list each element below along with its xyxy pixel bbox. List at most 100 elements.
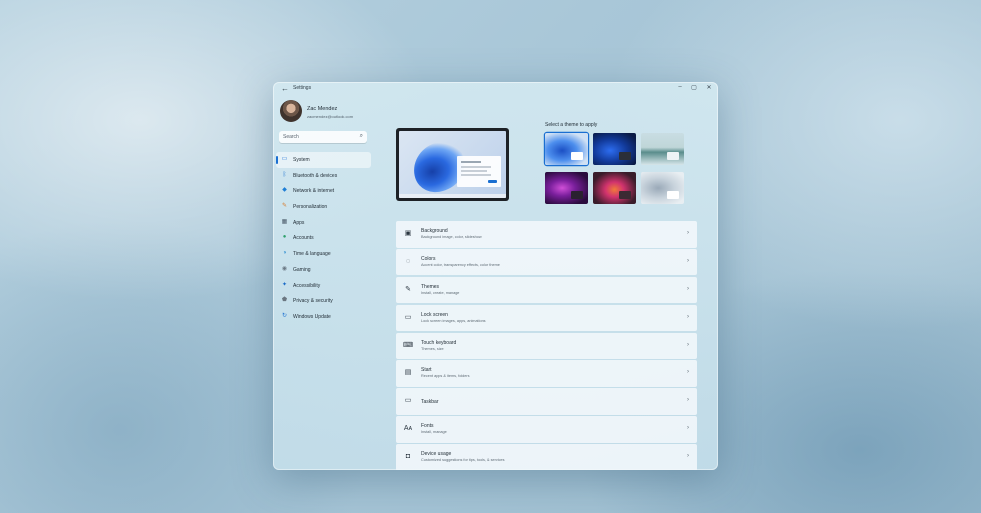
setting-row-colors[interactable]: ◌ Colors Accent color, transparency effe… — [396, 248, 697, 276]
theme-window-swatch — [571, 152, 583, 160]
sidebar-item-gaming[interactable]: ◉ Gaming — [276, 262, 371, 278]
preview-line — [461, 166, 491, 168]
profile-name: Zac Mendez — [307, 106, 338, 112]
setting-title: Lock screen — [421, 311, 448, 318]
search-placeholder: Search — [283, 134, 299, 140]
gamepad-icon: ◉ — [281, 265, 288, 272]
theme-window-swatch — [619, 191, 631, 199]
theme-windows-light[interactable] — [545, 133, 588, 165]
setting-title: Colors — [421, 255, 436, 262]
setting-subtitle: Background image, color, slideshow — [421, 235, 482, 239]
preview-line — [461, 161, 481, 163]
setting-title: Fonts — [421, 423, 434, 430]
desktop-preview — [396, 128, 509, 201]
setting-title: Device usage — [421, 451, 452, 458]
setting-row-lock-screen[interactable]: ▭ Lock screen Lock screen images, apps, … — [396, 304, 697, 332]
setting-subtitle: Install, manage — [421, 430, 447, 435]
theme-window-swatch — [667, 191, 679, 199]
preview-taskbar — [399, 194, 506, 198]
search-input[interactable]: Search ⌕ — [279, 131, 367, 143]
title-bar: ← Settings – ▢ ✕ — [273, 82, 718, 96]
setting-subtitle: Install, create, manage — [421, 290, 460, 295]
maximize-button[interactable]: ▢ — [688, 84, 700, 91]
lock-screen-icon: ▭ — [404, 313, 412, 321]
bluetooth-icon: ᛒ — [282, 171, 287, 178]
person-icon: ● — [282, 234, 287, 241]
avatar — [280, 100, 302, 122]
theme-flow[interactable] — [641, 172, 684, 204]
sidebar-item-accessibility[interactable]: ✦ Accessibility — [276, 278, 371, 294]
theme-glow[interactable] — [641, 133, 684, 165]
minimize-button[interactable]: – — [674, 84, 686, 90]
apps-icon: ▦ — [281, 218, 288, 225]
setting-title: Background — [421, 228, 448, 234]
sidebar-item-label: Gaming — [293, 266, 311, 273]
sidebar-item-label: Time & language — [293, 251, 331, 258]
chevron-right-icon: › — [687, 285, 689, 292]
brush-icon: ✎ — [405, 285, 411, 293]
search-icon: ⌕ — [359, 133, 363, 139]
setting-subtitle: Recent apps & items, folders — [421, 374, 470, 379]
sidebar-item-label: System — [293, 157, 310, 163]
setting-subtitle: Customized suggestions for tips, tools, … — [421, 458, 505, 463]
chevron-right-icon: › — [687, 453, 689, 460]
setting-title: Touch keyboard — [421, 339, 457, 346]
sidebar-item-privacy[interactable]: ⬟ Privacy & security — [276, 293, 371, 309]
device-usage-icon: ◘ — [405, 453, 411, 461]
theme-window-swatch — [619, 152, 631, 160]
preview-line — [461, 174, 491, 176]
palette-icon: ◌ — [405, 257, 411, 265]
sidebar-item-personalization[interactable]: ✎ Personalization — [276, 199, 371, 215]
sidebar-item-bluetooth[interactable]: ᛒ Bluetooth & devices — [276, 168, 371, 184]
chevron-right-icon: › — [687, 257, 689, 264]
setting-row-fonts[interactable]: Aᴀ Fonts Install, manage › — [396, 416, 697, 443]
sidebar-item-label: Accessibility — [293, 282, 321, 289]
setting-row-start[interactable]: ▤ Start Recent apps & items, folders › — [396, 360, 697, 387]
setting-row-themes[interactable]: ✎ Themes Install, create, manage › — [396, 276, 697, 304]
taskbar-icon: ▭ — [404, 397, 412, 405]
sidebar-item-label: Accounts — [293, 235, 314, 242]
shield-icon: ⬟ — [281, 297, 288, 304]
sidebar-item-label: Personalization — [293, 204, 328, 211]
theme-windows-dark[interactable] — [593, 133, 636, 165]
sidebar-item-windows-update[interactable]: ↻ Windows Update — [276, 309, 371, 325]
theme-sunrise[interactable] — [593, 172, 636, 204]
sidebar-item-apps[interactable]: ▦ Apps — [276, 215, 371, 231]
chevron-right-icon: › — [687, 369, 689, 376]
start-menu-icon: ▤ — [404, 369, 412, 377]
sidebar-item-label: Bluetooth & devices — [293, 172, 338, 179]
setting-subtitle: Accent color, transparency effects, colo… — [421, 262, 500, 267]
preview-wallpaper — [399, 131, 506, 198]
personalization-list: ▣ Background Background image, color, sl… — [396, 221, 697, 470]
setting-title: Start — [421, 367, 432, 374]
monitor-icon: ▭ — [281, 156, 288, 162]
setting-subtitle: Themes, size — [421, 346, 444, 351]
sidebar-item-label: Privacy & security — [293, 298, 333, 305]
setting-row-background[interactable]: ▣ Background Background image, color, sl… — [396, 221, 697, 248]
theme-select-label: Select a theme to apply — [545, 122, 598, 128]
settings-window: ← Settings – ▢ ✕ Zac Mendez zacmendez@ou… — [273, 82, 718, 470]
close-button[interactable]: ✕ — [703, 84, 715, 91]
sidebar-item-label: Apps — [293, 219, 305, 226]
chevron-right-icon: › — [687, 230, 689, 236]
setting-row-taskbar[interactable]: ▭ Taskbar › — [396, 388, 697, 415]
image-icon: ▣ — [404, 230, 412, 237]
back-arrow-icon[interactable]: ← — [281, 84, 289, 93]
chevron-right-icon: › — [687, 397, 689, 404]
sidebar-item-label: Windows Update — [293, 313, 331, 320]
sidebar-item-accounts[interactable]: ● Accounts — [276, 230, 371, 246]
setting-row-touch-keyboard[interactable]: ⌨ Touch keyboard Themes, size › — [396, 332, 697, 360]
setting-row-device-usage[interactable]: ◘ Device usage Customized suggestions fo… — [396, 444, 697, 470]
wifi-icon: ◆ — [282, 187, 287, 194]
chevron-right-icon: › — [687, 313, 689, 320]
chevron-right-icon: › — [687, 425, 689, 432]
sidebar-item-time-language[interactable]: ◑ Time & language — [276, 246, 371, 262]
brush-icon: ✎ — [281, 203, 288, 210]
chevron-right-icon: › — [687, 341, 689, 348]
sidebar-item-system[interactable]: ▭ System — [276, 152, 371, 168]
preview-window — [457, 156, 501, 187]
theme-captured-motion[interactable] — [545, 172, 588, 204]
setting-subtitle: Lock screen images, apps, animations — [421, 318, 486, 323]
sidebar-item-network[interactable]: ◆ Network & internet — [276, 183, 371, 199]
preview-line — [461, 170, 487, 172]
